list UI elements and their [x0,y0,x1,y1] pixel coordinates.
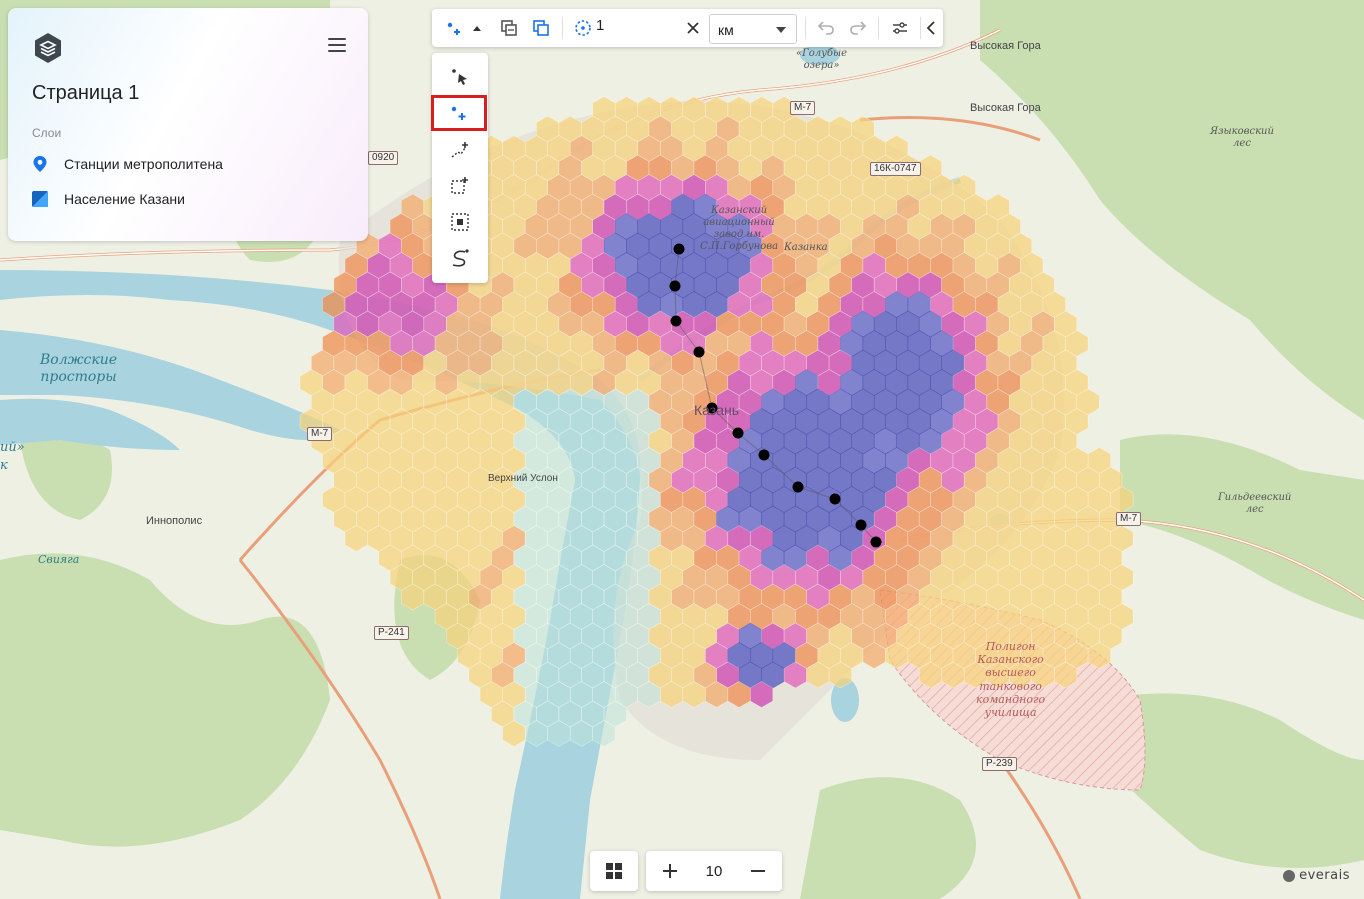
zoom-control: 10 [646,851,782,891]
app-logo-icon[interactable] [32,32,64,64]
metro-station-point[interactable] [792,481,804,493]
add-point-tool-icon[interactable] [442,15,468,41]
metro-station-point[interactable] [829,493,841,505]
redo-icon[interactable] [845,15,871,41]
buffer-distance-input[interactable] [594,16,668,35]
unit-select-value: км [718,22,734,38]
page-title[interactable]: Страница 1 [32,82,139,105]
metro-station-point[interactable] [855,519,867,531]
metro-station-point[interactable] [670,315,682,327]
zoom-in-icon[interactable] [658,859,682,883]
top-toolbar [432,9,943,47]
road-shield-16k-0747: 16К-0747 [870,162,921,176]
road-shield-m7-north: М-7 [790,101,816,115]
brand-icon [1283,869,1296,882]
metro-station-point[interactable] [870,536,882,548]
grid-icon [606,863,622,879]
location-pin-icon [32,156,48,172]
metro-station-point[interactable] [673,243,685,255]
zoom-level: 10 [705,863,723,880]
layers-panel: Страница 1 Слои Станции метрополитена На… [8,8,368,241]
metro-station-point[interactable] [669,280,681,292]
metro-station-point[interactable] [693,346,705,358]
draw-rectangle-tool-icon[interactable] [440,171,480,201]
metro-station-point[interactable] [758,449,770,461]
zoom-out-icon[interactable] [746,859,770,883]
road-shield-m7-east: М-7 [1116,512,1142,526]
chevron-down-icon [776,27,786,33]
menu-icon[interactable] [328,38,346,54]
brand-logo: everais [1283,868,1350,883]
brand-name: everais [1299,868,1350,883]
select-area-tool-icon[interactable] [440,207,480,237]
road-shield-r241: Р-241 [374,626,409,640]
undo-icon[interactable] [813,15,839,41]
add-point-tool-active-icon[interactable] [431,95,487,131]
collapse-chevron-left-icon[interactable] [922,15,940,41]
duplicate-icon[interactable] [528,15,554,41]
layer-item-population[interactable]: Население Казани [32,189,185,209]
buffer-radius-icon[interactable] [570,15,596,41]
road-shield-r239: Р-239 [982,757,1017,771]
road-shield-0920: 0920 [368,151,399,165]
layer-label-metro: Станции метрополитена [64,156,223,172]
copy-icon[interactable] [496,15,522,41]
grid-view-button[interactable] [590,851,638,891]
draw-curve-tool-icon[interactable] [440,243,480,273]
layers-heading: Слои [32,126,62,140]
unit-select[interactable]: км [709,14,797,44]
clear-icon[interactable] [682,15,704,41]
layer-item-metro[interactable]: Станции метрополитена [32,154,223,174]
metro-station-point[interactable] [706,402,718,414]
draw-tools-panel [431,53,488,283]
layer-label-population: Население Казани [64,191,185,207]
draw-line-tool-icon[interactable] [440,135,480,165]
metro-station-point[interactable] [732,427,744,439]
chevron-up-icon[interactable] [470,15,484,41]
settings-sliders-icon[interactable] [887,15,913,41]
road-shield-m7-west: М-7 [307,427,333,441]
select-cursor-tool-icon[interactable] [440,62,480,92]
polygon-layer-icon [32,191,48,207]
